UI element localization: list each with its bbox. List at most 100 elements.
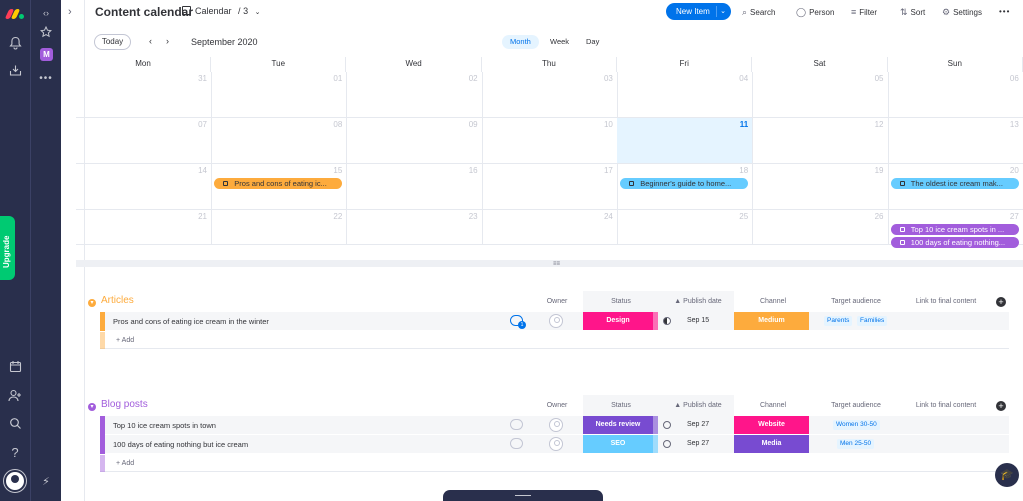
prev-month-icon[interactable]: ‹ bbox=[149, 36, 152, 46]
day-cell[interactable]: 26 bbox=[752, 210, 889, 245]
calendar-resize-bar[interactable] bbox=[76, 260, 1023, 267]
more-options-button[interactable]: ••• bbox=[999, 7, 1010, 16]
today-button[interactable]: Today bbox=[94, 34, 131, 50]
day-cell[interactable]: 31 bbox=[76, 72, 212, 118]
chevron-down-icon[interactable]: ▾ bbox=[88, 403, 96, 411]
day-cell[interactable]: 21 bbox=[76, 210, 212, 245]
col-status[interactable]: Status bbox=[583, 298, 659, 305]
day-cell[interactable]: 13 bbox=[887, 118, 1023, 164]
person-button[interactable]: ◯ Person bbox=[796, 7, 834, 18]
mode-week-tab[interactable]: Week bbox=[542, 35, 577, 49]
col-owner[interactable]: Owner bbox=[540, 402, 574, 409]
audience-tag[interactable]: Men 25-50 bbox=[837, 439, 875, 449]
day-cell[interactable]: 01 bbox=[211, 72, 348, 118]
col-publish-date[interactable]: ▲ Publish date bbox=[662, 402, 734, 409]
add-column-icon[interactable]: + bbox=[996, 297, 1006, 307]
code-brackets-icon[interactable]: ‹› bbox=[39, 6, 53, 20]
next-month-icon[interactable]: › bbox=[166, 36, 169, 46]
day-cell[interactable]: 03 bbox=[481, 72, 618, 118]
col-status[interactable]: Status bbox=[583, 402, 659, 409]
updates-icon[interactable]: 1 bbox=[510, 315, 526, 329]
status-cell[interactable]: SEO bbox=[583, 435, 653, 453]
owner-avatar[interactable] bbox=[549, 314, 563, 328]
monday-logo-icon[interactable] bbox=[4, 7, 24, 19]
owner-avatar[interactable] bbox=[549, 437, 563, 451]
calendar-event[interactable]: Beginner's guide to home... bbox=[620, 178, 749, 189]
publish-date-cell[interactable]: Sep 27 bbox=[687, 416, 709, 434]
day-cell[interactable]: 08 bbox=[211, 118, 348, 164]
chevron-down-icon[interactable]: ⌄ bbox=[720, 3, 726, 20]
day-cell[interactable]: 16 bbox=[346, 164, 483, 210]
publish-date-cell[interactable]: Sep 27 bbox=[687, 435, 709, 453]
search-icon[interactable] bbox=[7, 417, 23, 433]
calendar-event[interactable]: The oldest ice cream mak... bbox=[890, 178, 1019, 189]
audience-tag[interactable]: Women 30-50 bbox=[833, 420, 880, 430]
view-selector[interactable]: Calendar / 3 ⌄ bbox=[182, 6, 260, 16]
filter-button[interactable]: ≡ Filter bbox=[851, 7, 877, 17]
col-channel[interactable]: Channel bbox=[736, 402, 810, 409]
day-cell[interactable]: 24 bbox=[481, 210, 618, 245]
day-cell[interactable]: 09 bbox=[346, 118, 483, 164]
calendar-event[interactable]: Pros and cons of eating ic... bbox=[214, 178, 343, 189]
table-row[interactable]: Pros and cons of eating ice cream in the… bbox=[100, 312, 1009, 331]
more-dots-icon[interactable] bbox=[7, 70, 23, 86]
group-title-articles[interactable]: ▾ Articles bbox=[88, 295, 134, 307]
mode-month-tab[interactable]: Month bbox=[502, 35, 539, 49]
user-avatar[interactable] bbox=[4, 470, 26, 492]
settings-button[interactable]: ⚙ Settings bbox=[942, 7, 982, 18]
search-button[interactable]: ⌕ Search bbox=[742, 7, 775, 18]
day-cell[interactable]: 22 bbox=[211, 210, 348, 245]
help-icon[interactable]: ? bbox=[7, 445, 23, 461]
add-column-icon[interactable]: + bbox=[996, 401, 1006, 411]
expand-chevron-icon[interactable]: › bbox=[68, 6, 72, 18]
col-link-final[interactable]: Link to final content bbox=[904, 298, 988, 305]
day-cell[interactable]: 25 bbox=[617, 210, 754, 245]
status-cell[interactable]: Design bbox=[583, 312, 653, 330]
updates-icon[interactable] bbox=[510, 438, 523, 449]
calendar-event[interactable]: 100 days of eating nothing... bbox=[890, 237, 1019, 248]
day-cell[interactable]: 05 bbox=[752, 72, 889, 118]
chevron-down-icon[interactable]: ▾ bbox=[88, 299, 96, 307]
graduation-cap-icon[interactable]: 🎓 bbox=[995, 463, 1019, 487]
item-name[interactable]: Top 10 ice cream spots in town bbox=[113, 421, 216, 430]
workspace-badge[interactable]: M bbox=[40, 48, 53, 61]
day-cell[interactable]: 02 bbox=[346, 72, 483, 118]
item-name[interactable]: Pros and cons of eating ice cream in the… bbox=[113, 317, 269, 326]
mode-day-tab[interactable]: Day bbox=[578, 35, 607, 49]
new-item-button[interactable]: New Item ⌄ bbox=[666, 3, 731, 20]
updates-icon[interactable] bbox=[510, 419, 523, 430]
invite-icon[interactable] bbox=[7, 389, 23, 405]
audience-tag[interactable]: Parents bbox=[824, 316, 853, 326]
owner-avatar[interactable] bbox=[549, 418, 563, 432]
table-row[interactable]: 100 days of eating nothing but ice cream… bbox=[100, 435, 1009, 454]
table-row[interactable]: Top 10 ice cream spots in town Needs rev… bbox=[100, 416, 1009, 435]
col-publish-date[interactable]: ▲ Publish date bbox=[662, 298, 734, 305]
channel-cell[interactable]: Website bbox=[734, 416, 809, 434]
day-cell[interactable]: 10 bbox=[481, 118, 618, 164]
star-icon[interactable] bbox=[39, 25, 53, 40]
col-link-final[interactable]: Link to final content bbox=[904, 402, 988, 409]
lightning-icon[interactable]: ⚡ bbox=[39, 475, 53, 489]
bell-icon[interactable] bbox=[7, 36, 23, 52]
sort-button[interactable]: ⇅ Sort bbox=[900, 7, 925, 18]
add-item-row[interactable]: + Add bbox=[100, 332, 1009, 349]
upgrade-button[interactable]: Upgrade bbox=[0, 216, 15, 280]
day-cell[interactable]: 07 bbox=[76, 118, 212, 164]
resize-grip-icon[interactable]: ≡≡ bbox=[553, 261, 560, 267]
col-target-audience[interactable]: Target audience bbox=[814, 298, 898, 305]
day-cell[interactable]: 12 bbox=[752, 118, 889, 164]
audience-tag[interactable]: Families bbox=[857, 316, 888, 326]
more-icon[interactable]: ••• bbox=[39, 72, 53, 86]
calendar-event[interactable]: Top 10 ice cream spots in ... bbox=[890, 224, 1019, 235]
col-target-audience[interactable]: Target audience bbox=[814, 402, 898, 409]
day-cell[interactable]: 17 bbox=[481, 164, 618, 210]
day-cell[interactable]: 11 bbox=[617, 118, 754, 164]
day-cell[interactable]: 14 bbox=[76, 164, 212, 210]
col-channel[interactable]: Channel bbox=[736, 298, 810, 305]
item-name[interactable]: 100 days of eating nothing but ice cream bbox=[113, 440, 248, 449]
day-cell[interactable]: 23 bbox=[346, 210, 483, 245]
day-cell[interactable]: 19 bbox=[752, 164, 889, 210]
day-cell[interactable]: 06 bbox=[887, 72, 1023, 118]
bottom-drawer-handle[interactable] bbox=[443, 490, 603, 501]
channel-cell[interactable]: Medium bbox=[734, 312, 809, 330]
